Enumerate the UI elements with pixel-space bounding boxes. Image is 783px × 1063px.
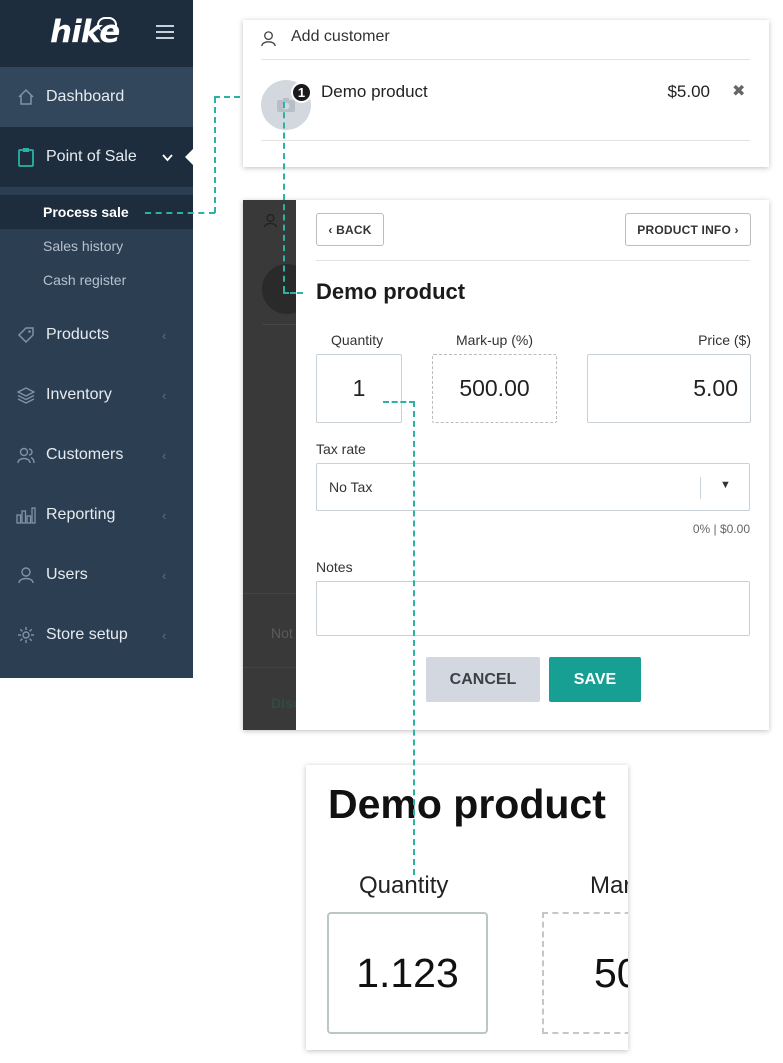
cart-item-price: $5.00 (667, 82, 710, 101)
divider (261, 140, 750, 141)
logo-bar: hike (0, 0, 193, 67)
notes-input[interactable] (316, 581, 750, 636)
tax-rate-select[interactable]: No Tax ▼ (316, 463, 750, 511)
price-label: Price ($) (698, 332, 751, 348)
connector-line (383, 401, 415, 403)
home-icon (16, 87, 36, 107)
edit-panel: ‹ BACK PRODUCT INFO › Demo product Quant… (296, 200, 769, 730)
connector-line (145, 212, 215, 214)
back-button[interactable]: ‹ BACK (316, 213, 384, 246)
divider (316, 260, 750, 261)
zoomed-markup-label: Mar (590, 872, 628, 899)
chevron-left-icon: ‹ (162, 447, 167, 463)
connector-line (283, 292, 303, 294)
tag-icon (16, 325, 36, 345)
price-input[interactable]: 5.00 (587, 354, 751, 423)
divider (243, 593, 296, 594)
zoomed-markup-input[interactable]: 50 (542, 912, 628, 1034)
chevron-left-icon: ‹ (162, 387, 167, 403)
nav-item-reporting[interactable]: Reporting ‹ (0, 485, 193, 545)
divider (262, 324, 296, 325)
chevron-left-icon: ‹ (162, 567, 167, 583)
caret-down-icon: ▼ (720, 479, 731, 491)
product-title: Demo product (316, 279, 466, 304)
select-separator (700, 477, 701, 499)
tax-summary: 0% | $0.00 (692, 522, 750, 536)
connector-line (214, 96, 240, 98)
tax-rate-label: Tax rate (316, 441, 366, 457)
chevron-left-icon: ‹ (162, 627, 167, 643)
nav-item-customers[interactable]: Customers ‹ (0, 425, 193, 485)
nav-label: Dashboard (46, 88, 125, 105)
nav-label: Users (46, 566, 88, 583)
nav-label: Inventory (46, 386, 112, 403)
chevron-down-icon (162, 150, 173, 165)
submenu-item-sales-history[interactable]: Sales history (0, 229, 193, 263)
nav-label: Reporting (46, 506, 116, 523)
clipboard-icon (16, 147, 36, 167)
connector-line (413, 401, 415, 875)
zoomed-quantity-input[interactable]: 1.123 (327, 912, 488, 1034)
submenu-item-cash-register[interactable]: Cash register (0, 263, 193, 297)
remove-item-icon[interactable]: ✖ (732, 81, 745, 101)
zoomed-detail: Demo product Quantity Mar 1.123 50 (306, 765, 628, 1050)
chevron-left-icon: ‹ (162, 327, 167, 343)
zoomed-product-title: Demo product (328, 781, 606, 827)
cancel-button[interactable]: CANCEL (426, 657, 540, 702)
users-icon (16, 445, 36, 465)
cart-item-name: Demo product (321, 82, 428, 101)
nav-item-inventory[interactable]: Inventory ‹ (0, 365, 193, 425)
save-button[interactable]: SAVE (549, 657, 641, 702)
divider (243, 667, 296, 668)
cloud-logo-icon (97, 17, 117, 31)
gear-icon (16, 625, 36, 645)
active-notch (185, 149, 193, 165)
chevron-left-icon: ‹ (162, 507, 167, 523)
tax-rate-value: No Tax (329, 479, 373, 495)
quantity-input[interactable]: 1 (316, 354, 402, 423)
add-customer-label: Add customer (291, 28, 390, 45)
bar-chart-icon (16, 505, 36, 525)
sidebar: hike Dashboard Point of Sale Process sal… (0, 0, 193, 678)
hamburger-menu-icon[interactable] (156, 25, 174, 39)
pos-submenu: Process sale Sales history Cash register (0, 187, 193, 305)
connector-line (214, 97, 216, 213)
quantity-badge: 1 (291, 82, 312, 103)
layers-icon (16, 385, 36, 405)
connector-line (283, 102, 285, 292)
ghost-notes-text: Not (271, 625, 293, 641)
quantity-label: Quantity (331, 332, 384, 348)
nav-label: Store setup (46, 626, 128, 643)
nav-label: Customers (46, 446, 124, 463)
user-icon (264, 214, 277, 228)
nav-item-point-of-sale[interactable]: Point of Sale (0, 127, 193, 187)
nav-item-dashboard[interactable]: Dashboard (0, 67, 193, 127)
markup-input[interactable]: 500.00 (432, 354, 557, 423)
edit-product-modal: Not Disc ‹ BACK PRODUCT INFO › Demo prod… (243, 200, 769, 730)
user-icon (16, 565, 36, 585)
user-icon (261, 31, 276, 47)
cart-panel: Add customer 1 Demo product $5.00 ✖ (243, 20, 769, 167)
nav-label: Products (46, 326, 110, 343)
nav-item-users[interactable]: Users ‹ (0, 545, 193, 605)
nav-item-products[interactable]: Products ‹ (0, 305, 193, 365)
divider (261, 59, 750, 60)
product-info-button[interactable]: PRODUCT INFO › (625, 213, 751, 246)
notes-label: Notes (316, 559, 353, 575)
nav-item-store-setup[interactable]: Store setup ‹ (0, 605, 193, 665)
zoomed-quantity-label: Quantity (359, 872, 449, 899)
nav-label: Point of Sale (46, 148, 137, 165)
background-overlay: Not Disc (243, 200, 312, 730)
markup-label: Mark-up (%) (456, 332, 534, 348)
